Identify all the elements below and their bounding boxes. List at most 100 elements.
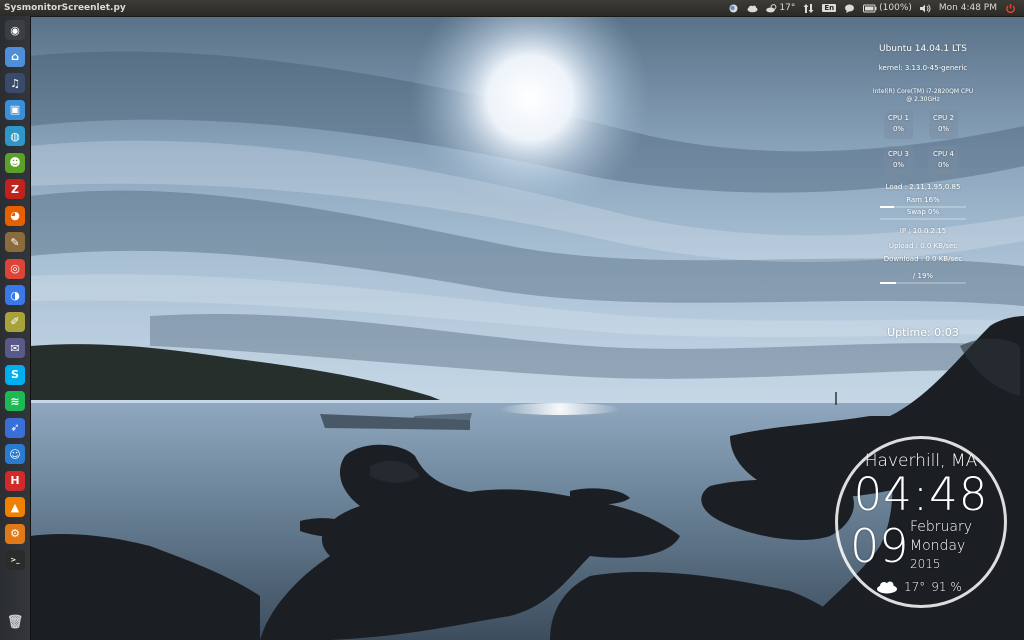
download-speed: Download : 0.0 KB/sec: [883, 255, 963, 263]
cpu-core-value: 0%: [892, 161, 905, 169]
ram-usage: Ram 16%: [906, 196, 940, 204]
launcher-item-app-wing[interactable]: ➶: [5, 417, 25, 438]
power-icon: [1006, 3, 1015, 13]
speech-bubble-icon: [845, 4, 855, 13]
launcher-item-chromium[interactable]: ◑: [5, 285, 25, 305]
spotify-icon: ≋: [10, 394, 20, 408]
disk-usage: / 19%: [912, 272, 934, 280]
firefox-icon: ◕: [10, 209, 20, 222]
upload-speed: Upload : 0.0 KB/sec: [888, 242, 958, 250]
session-indicator[interactable]: [1005, 3, 1016, 13]
launcher-item-dash-home[interactable]: ◉: [5, 20, 25, 40]
cpu-core-value: 0%: [892, 125, 905, 133]
cloud-icon: [747, 5, 758, 12]
terminal-icon: >_: [10, 556, 20, 564]
top-panel: SysmonitorScreenlet.py 17° En (100%) Mon…: [0, 0, 1024, 17]
launcher-item-vlc[interactable]: ▲: [5, 497, 25, 517]
panel-clock: Mon 4:48 PM: [938, 3, 997, 13]
sound-indicator[interactable]: [919, 3, 931, 13]
battery-percent: (100%): [879, 3, 912, 13]
launcher-item-browser-globe[interactable]: ◍: [5, 126, 25, 146]
clock-humidity: 91 %: [931, 580, 962, 594]
globe-icon: ◍: [10, 129, 20, 143]
wing-icon: ➶: [10, 421, 20, 434]
skype-icon: S: [11, 368, 19, 381]
cpu-model-line2: @ 2.30GHz: [906, 96, 940, 103]
cpu-core-label: CPU 3: [888, 150, 909, 158]
cpu-core-value: 0%: [937, 125, 950, 133]
temperature-indicator[interactable]: 17°: [766, 3, 795, 13]
chrome-icon: ◎: [10, 262, 20, 275]
launcher-item-gimp[interactable]: ✎: [5, 232, 25, 252]
cloud-indicator[interactable]: [747, 4, 758, 13]
launcher-item-android[interactable]: ☻: [5, 152, 25, 173]
keyboard-layout-badge: En: [822, 4, 837, 12]
tux-icon: ☺: [9, 447, 21, 461]
cpu-core-box: CPU 1 0%: [884, 110, 913, 139]
cpu-core-value: 0%: [937, 161, 950, 169]
panel-temperature: 17°: [779, 3, 796, 13]
launcher-item-audio-player[interactable]: ♫: [5, 73, 25, 93]
launcher-item-terminal[interactable]: >_: [5, 550, 25, 570]
clock-day: 09: [850, 519, 909, 573]
chromium-icon: ◑: [10, 288, 20, 302]
headphones-icon: ♫: [10, 76, 20, 90]
pidgin-icon: ✉: [10, 341, 20, 355]
clock-weather: 17° 91 %: [876, 580, 962, 594]
launcher-item-firefox[interactable]: ◕: [5, 205, 25, 226]
filezilla-icon: Z: [11, 182, 19, 196]
vlc-cone-icon: ▲: [10, 500, 20, 514]
cpu-model-line1: Intel(R) Core(TM) i7-2820QM CPU: [872, 88, 974, 95]
launcher-item-notes[interactable]: ✐: [5, 311, 25, 332]
datetime-indicator[interactable]: Mon 4:48 PM: [939, 3, 997, 13]
gimp-icon: ✎: [10, 235, 20, 249]
trash-icon: 🗑: [6, 614, 24, 630]
launcher-item-files[interactable]: ⌂: [5, 46, 25, 67]
ip-address: IP : 10.0.2.15: [899, 227, 947, 235]
cpu-core-label: CPU 2: [933, 114, 954, 122]
weather-indicator[interactable]: [728, 4, 739, 13]
clock-year: 2015: [910, 557, 941, 571]
cpu-core-box: CPU 3 0%: [884, 146, 913, 175]
launcher-item-system-settings[interactable]: ⚙: [5, 523, 25, 544]
red-circle-icon: H: [10, 474, 20, 487]
cpu-model: Intel(R) Core(TM) i7-2820QM CPU @ 2.30GH…: [868, 88, 978, 104]
messaging-indicator[interactable]: [844, 4, 855, 13]
clock-weekday: Monday: [910, 538, 966, 554]
notes-icon: ✐: [10, 315, 20, 328]
unity-launcher: ◉ ⌂ ♫ ▣ ◍ ☻ Z ◕ ✎ ◎ ◑ ✐ ✉ S ≋ ➶ ☺ H ▲ ⚙ >_ 🗑: [0, 16, 31, 640]
launcher-item-pidgin[interactable]: ✉: [5, 338, 25, 358]
kernel-version: kernel: 3.13.0-45-generic: [878, 64, 968, 72]
network-indicator[interactable]: [803, 3, 814, 13]
cpu-core-label: CPU 1: [888, 114, 909, 122]
clock-month: February: [910, 519, 973, 535]
battery-indicator[interactable]: (100%): [863, 3, 912, 13]
launcher-item-trash[interactable]: 🗑: [5, 612, 25, 632]
blue-square-icon: ▣: [9, 103, 21, 116]
launcher-item-app-blue[interactable]: ▣: [5, 99, 25, 120]
launcher-item-spotify[interactable]: ≋: [5, 391, 25, 411]
speaker-icon: [919, 3, 931, 13]
launcher-item-skype[interactable]: S: [5, 364, 25, 385]
android-icon: ☻: [9, 156, 21, 169]
disk-bar: [880, 282, 966, 284]
disk-bar-fill: [880, 282, 897, 284]
keyboard-indicator[interactable]: En: [822, 4, 837, 12]
battery-icon: [863, 4, 877, 12]
swap-bar: [880, 218, 966, 220]
gear-icon: ⚙: [10, 527, 20, 540]
cpu-core-box: CPU 2 0%: [929, 110, 958, 139]
os-version: Ubuntu 14.04.1 LTS: [878, 44, 967, 54]
network-transfer-icon: [803, 3, 814, 13]
indicator-area: 17° En (100%) Mon 4:48 PM: [728, 3, 1024, 13]
launcher-item-app-red[interactable]: H: [5, 470, 25, 491]
launcher-item-tux[interactable]: ☺: [5, 444, 25, 464]
launcher-item-filezilla[interactable]: Z: [5, 179, 25, 199]
cpu-core-box: CPU 4 0%: [929, 146, 958, 175]
partly-cloudy-icon: [766, 3, 777, 12]
active-app-title: SysmonitorScreenlet.py: [4, 3, 126, 13]
weather-icon: [729, 4, 738, 12]
cpu-core-label: CPU 4: [933, 150, 954, 158]
ubuntu-logo: ◉: [10, 23, 20, 37]
launcher-item-chrome[interactable]: ◎: [5, 258, 25, 279]
